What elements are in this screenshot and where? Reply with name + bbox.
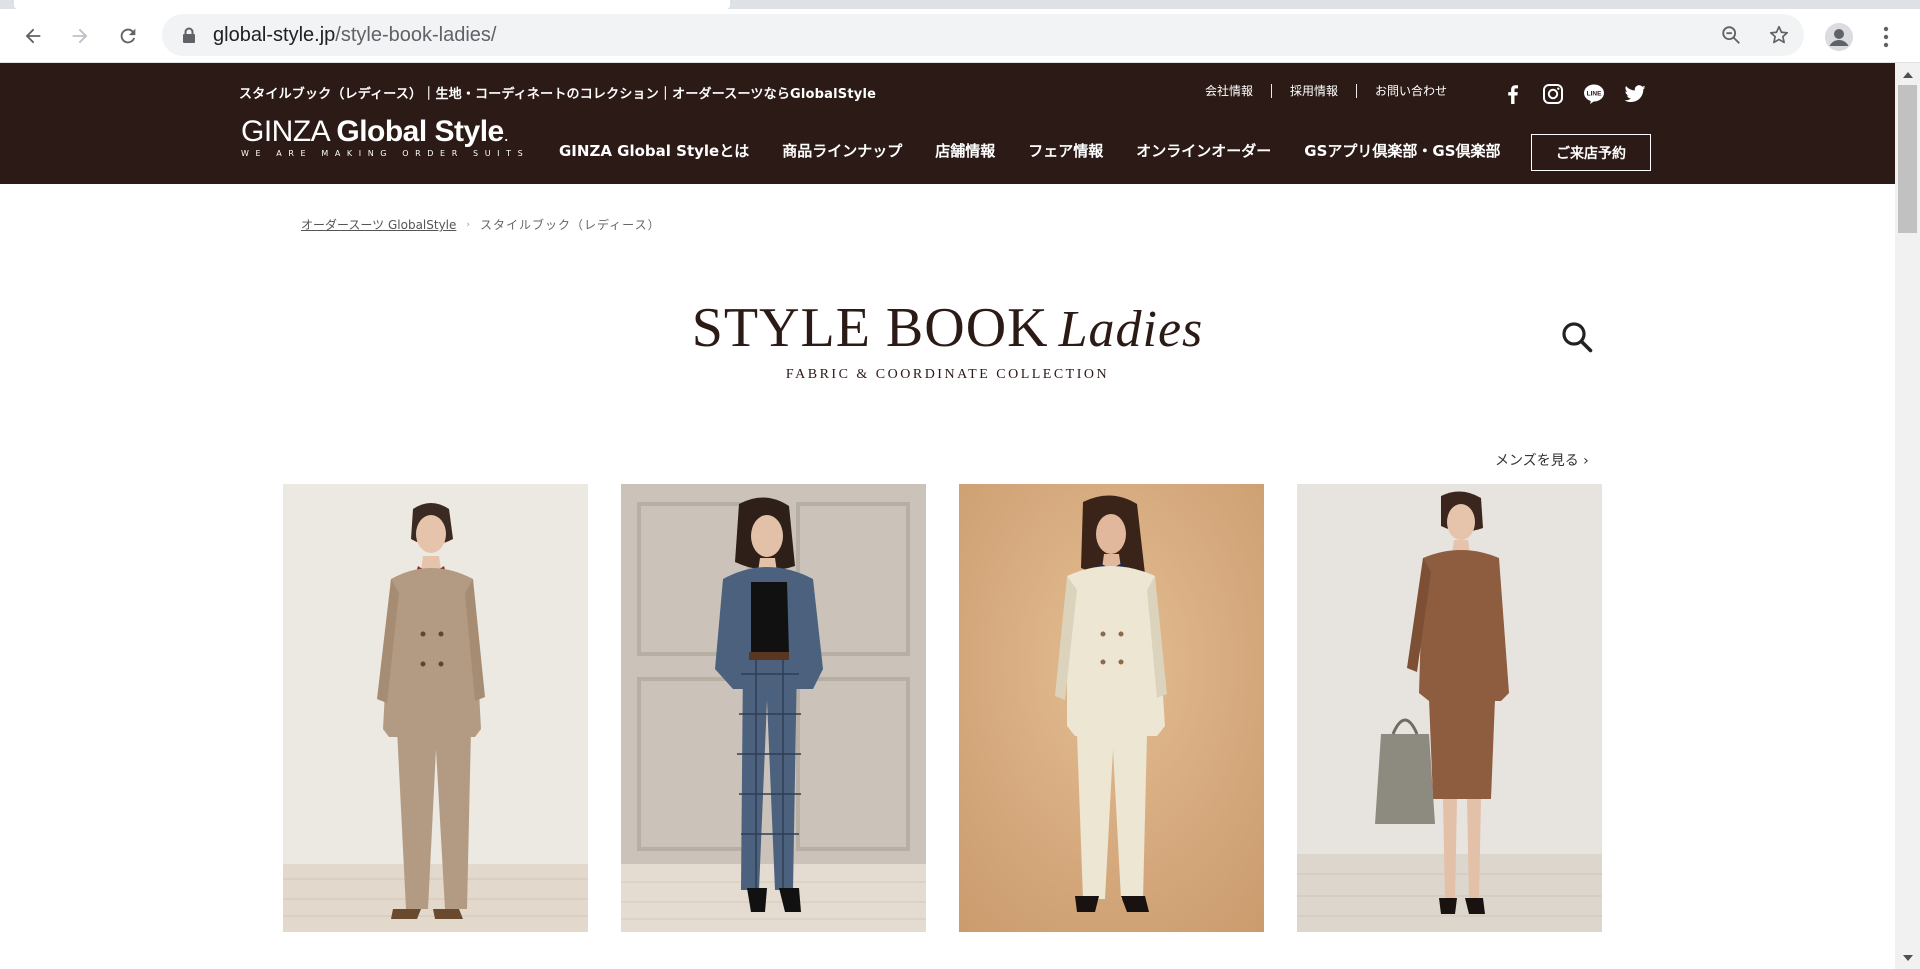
tab-strip (0, 0, 1920, 9)
url-domain: global-style.jp (213, 24, 336, 46)
stylebook-card-ivory-suit[interactable] (959, 484, 1264, 932)
url-text[interactable]: global-style.jp/style-book-ladies/ (213, 24, 496, 47)
stylebook-title-text: STYLE BOOK Ladies (692, 300, 1204, 356)
stylebook-card-beige-suit[interactable] (283, 484, 588, 932)
breadcrumb: オーダースーツ GlobalStyle › スタイルブック（レディース） (301, 216, 661, 233)
twitter-icon[interactable] (1623, 82, 1647, 106)
recruit-link[interactable]: 採用情報 (1290, 82, 1338, 99)
view-mens-link[interactable]: メンズを見る › (1495, 450, 1589, 470)
star-icon[interactable] (1768, 24, 1790, 46)
menu-icon[interactable] (1878, 24, 1894, 50)
line-icon[interactable]: LINE (1582, 82, 1606, 106)
company-info-link[interactable]: 会社情報 (1205, 82, 1253, 99)
logo-ginza: GINZA (241, 115, 337, 148)
reserve-visit-button[interactable]: ご来店予約 (1531, 134, 1651, 171)
main-nav: GINZA Global Styleとは 商品ラインナップ 店舗情報 フェア情報… (559, 140, 1501, 161)
card-photo (1297, 484, 1602, 932)
nav-fair[interactable]: フェア情報 (1028, 140, 1103, 161)
page-heading: スタイルブック（レディース）｜生地・コーディネートのコレクション｜オーダースーツ… (239, 87, 877, 102)
zoom-icon[interactable] (1720, 24, 1742, 46)
page-scrollbar[interactable] (1895, 63, 1920, 969)
breadcrumb-separator: › (466, 219, 471, 230)
nav-app-club[interactable]: GSアプリ倶楽部・GS倶楽部 (1304, 140, 1500, 161)
reload-icon[interactable] (115, 23, 141, 49)
utility-links: 会社情報 採用情報 お問い合わせ (1205, 82, 1447, 99)
contact-link[interactable]: お問い合わせ (1375, 82, 1447, 99)
forward-icon[interactable] (67, 23, 93, 49)
site-logo[interactable]: GINZA Global Style. WE ARE MAKING ORDER … (241, 115, 531, 165)
stylebook-subtitle: FABRIC & COORDINATE COLLECTION (785, 367, 1110, 382)
stylebook-card-brown-suit[interactable] (1297, 484, 1602, 932)
breadcrumb-current: スタイルブック（レディース） (480, 218, 661, 232)
search-icon[interactable] (1560, 320, 1594, 354)
nav-stores[interactable]: 店舗情報 (935, 140, 995, 161)
browser-toolbar: global-style.jp/style-book-ladies/ (0, 9, 1920, 63)
title-script: Ladies (1058, 301, 1204, 358)
address-bar[interactable]: global-style.jp/style-book-ladies/ (162, 14, 1804, 56)
card-photo (959, 484, 1264, 932)
breadcrumb-home-link[interactable]: オーダースーツ GlobalStyle (301, 216, 456, 233)
stylebook-card-blue-check-suit[interactable] (621, 484, 926, 932)
profile-icon[interactable] (1825, 23, 1853, 51)
logo-tagline: WE ARE MAKING ORDER SUITS (241, 149, 530, 158)
nav-about[interactable]: GINZA Global Styleとは (559, 140, 749, 161)
title-main: STYLE BOOK (691, 297, 1049, 359)
url-path: /style-book-ladies/ (335, 24, 497, 46)
stylebook-title: STYLE BOOK Ladies (0, 300, 1895, 356)
nav-online-order[interactable]: オンラインオーダー (1136, 140, 1271, 161)
svg-text:LINE: LINE (1587, 91, 1602, 98)
card-photo (621, 484, 926, 932)
nav-products[interactable]: 商品ラインナップ (782, 140, 902, 161)
instagram-icon[interactable] (1541, 82, 1565, 106)
scroll-thumb[interactable] (1898, 85, 1917, 233)
active-tab[interactable] (14, 0, 730, 9)
logo-global-style: Global Style (336, 115, 504, 148)
facebook-icon[interactable] (1501, 82, 1525, 106)
divider (1356, 83, 1358, 98)
scroll-down-arrow-icon[interactable] (1903, 955, 1913, 961)
back-icon[interactable] (20, 23, 46, 49)
logo-wordmark: GINZA Global Style. (241, 115, 531, 149)
site-header: スタイルブック（レディース）｜生地・コーディネートのコレクション｜オーダースーツ… (0, 63, 1895, 184)
logo-mark: . (503, 125, 509, 145)
scroll-up-arrow-icon[interactable] (1903, 72, 1913, 78)
lock-icon[interactable] (182, 27, 196, 43)
divider (1271, 83, 1273, 98)
card-photo (283, 484, 588, 932)
